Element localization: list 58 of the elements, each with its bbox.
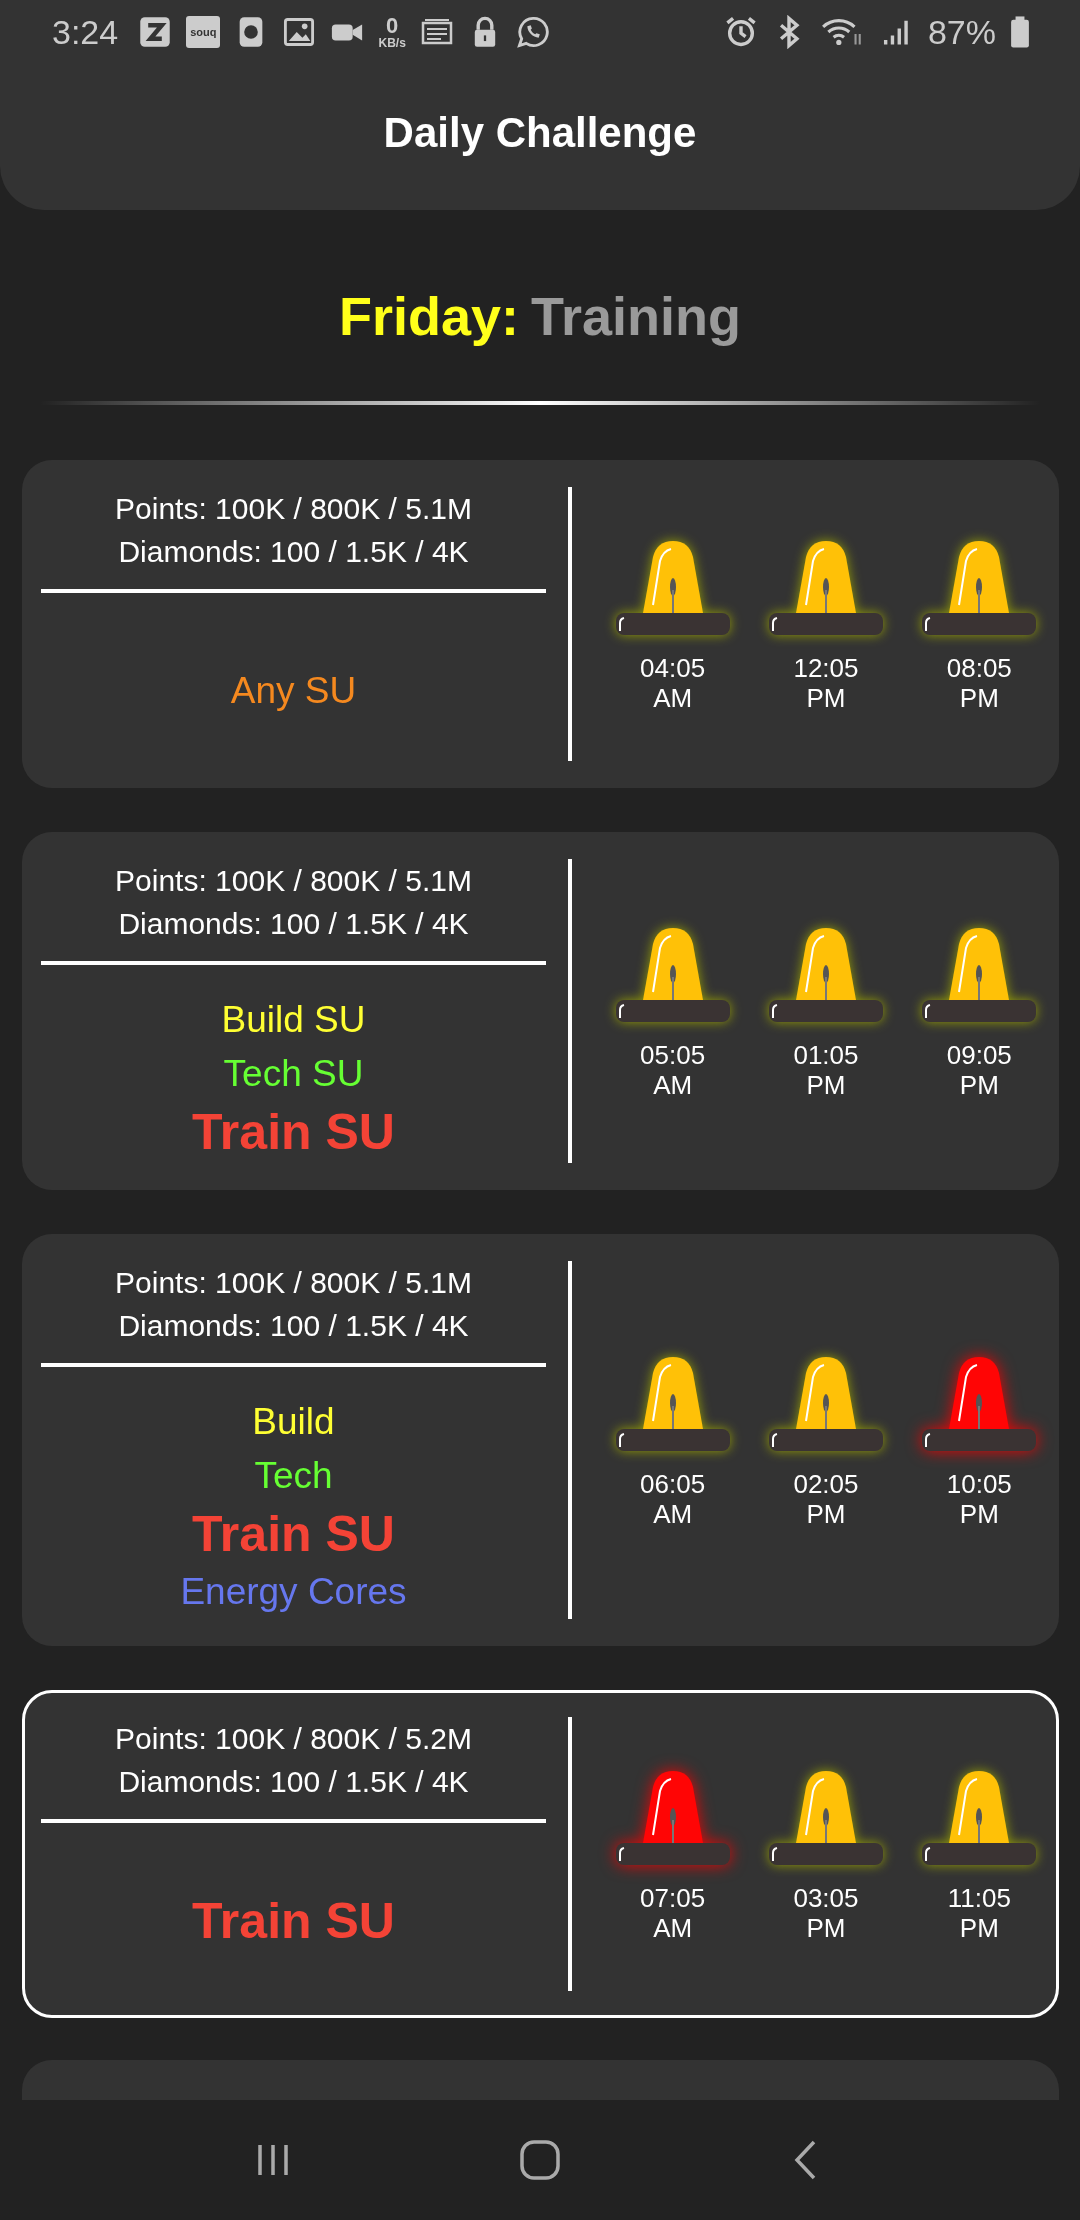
points-text: Points: 100K / 800K / 5.1M — [115, 491, 472, 527]
challenge-card[interactable]: Points: 100K / 800K / 5.2M Diamonds: 100 / 1.5K / 4K Train SU 07:05 AM 03:05 PM 11:05 PM — [22, 1690, 1059, 2018]
diamonds-text: Diamonds: 100 / 1.5K / 4K — [118, 1308, 469, 1344]
objective-text: Tech — [254, 1454, 333, 1498]
battery-percentage: 87% — [927, 12, 996, 52]
objective-text: Train SU — [192, 1103, 395, 1162]
alarm-period: PM — [806, 1913, 846, 1943]
objective-text: Train SU — [192, 1892, 395, 1951]
alarm-period: PM — [959, 1499, 999, 1529]
alarm-period: PM — [806, 683, 846, 713]
day-name: Friday: — [338, 284, 519, 347]
objective-text: Energy Cores — [180, 1570, 407, 1614]
alarm-period: PM — [959, 683, 999, 713]
points-text: Points: 100K / 800K / 5.1M — [115, 1265, 472, 1301]
challenge-card[interactable]: Points: 100K / 800K / 5.1M Diamonds: 100 / 1.5K / 4K Build SU Tech SU Train SU 05:05 AM 01:05 PM 09:05 PM — [22, 832, 1059, 1190]
objective-text: Tech SU — [223, 1052, 364, 1096]
alarm-time: 12:05 — [793, 653, 859, 683]
alarm-time: 05:05 — [640, 1040, 706, 1070]
alarm-time: 06:05 — [640, 1469, 706, 1499]
alarm-clock-icon — [723, 15, 758, 49]
challenge-card[interactable]: Points: 100K / 800K / 5.1M Diamonds: 100 / 1.5K / 4K Build Tech Train SU Energy Cores 06:05 AM 02:05 PM 10:05 PM — [22, 1234, 1059, 1646]
alarm-time: 11:05 — [947, 1883, 1011, 1913]
app-notification-icon — [138, 15, 173, 49]
alarm-period: AM — [653, 683, 693, 713]
objective-text: Train SU — [192, 1505, 395, 1564]
chat-icon — [515, 15, 550, 49]
alarm-period: PM — [959, 1913, 999, 1943]
screen-title: Daily Challenge — [382, 108, 698, 158]
alarm-period: AM — [653, 1499, 693, 1529]
diamonds-text: Diamonds: 100 / 1.5K / 4K — [118, 534, 469, 570]
objective-text: Build SU — [221, 998, 366, 1042]
alarm-period: PM — [959, 1070, 999, 1100]
objective-text: Build — [252, 1400, 335, 1444]
image-icon — [282, 15, 317, 49]
alarm-time: 07:05 — [640, 1883, 706, 1913]
network-speed: 0 — [386, 15, 399, 37]
diamonds-text: Diamonds: 100 / 1.5K / 4K — [118, 906, 469, 942]
alarm-time: 04:05 — [640, 653, 706, 683]
alarm-period: PM — [806, 1499, 846, 1529]
alarm-period: PM — [806, 1070, 846, 1100]
objective-text: Any SU — [230, 669, 357, 713]
alarm-time: 10:05 — [946, 1469, 1012, 1499]
diamonds-text: Diamonds: 100 / 1.5K / 4K — [118, 1764, 469, 1800]
alarm-time: 08:05 — [946, 653, 1012, 683]
status-time: 3:24 — [52, 12, 119, 52]
battery-icon — [1010, 15, 1030, 49]
alarm-time: 01:05 — [793, 1040, 859, 1070]
alarm-time: 03:05 — [793, 1883, 859, 1913]
alarm-time: 02:05 — [793, 1469, 859, 1499]
points-text: Points: 100K / 800K / 5.2M — [115, 1721, 472, 1757]
alarm-time: 09:05 — [946, 1040, 1012, 1070]
alarm-period: AM — [653, 1913, 693, 1943]
app-notification-icon: souq — [186, 16, 221, 48]
day-theme: Training — [531, 284, 742, 347]
points-text: Points: 100K / 800K / 5.1M — [115, 863, 472, 899]
network-speed-unit: KB/s — [378, 37, 406, 49]
challenge-card[interactable]: Points: 100K / 800K / 5.1M Diamonds: 100 / 1.5K / 4K Any SU 04:05 AM 12:05 PM 08:05 PM — [22, 460, 1059, 788]
alarm-period: AM — [653, 1070, 693, 1100]
